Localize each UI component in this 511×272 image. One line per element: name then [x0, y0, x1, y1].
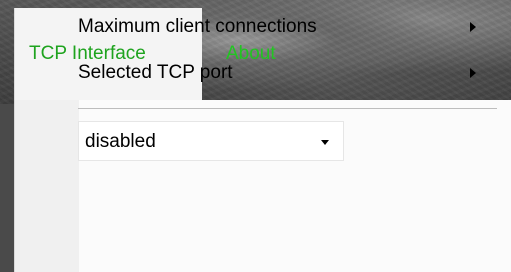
- select-value: disabled: [85, 131, 156, 152]
- menu-separator: [78, 108, 497, 109]
- menu-item-label: Maximum client connections: [78, 16, 317, 37]
- chevron-down-icon: [321, 140, 329, 145]
- chevron-right-icon: [470, 22, 476, 32]
- menu-item-selected-tcp-port[interactable]: Selected TCP port: [78, 52, 488, 94]
- app-window: TCP Interface About Maximum client conne…: [0, 0, 511, 272]
- menu-item-label: Selected TCP port: [78, 62, 233, 83]
- status-select[interactable]: disabled: [78, 121, 344, 161]
- chevron-right-icon: [470, 68, 476, 78]
- menu-item-maximum-client-connections[interactable]: Maximum client connections: [78, 6, 488, 48]
- menu-icon-gutter: [15, 100, 77, 272]
